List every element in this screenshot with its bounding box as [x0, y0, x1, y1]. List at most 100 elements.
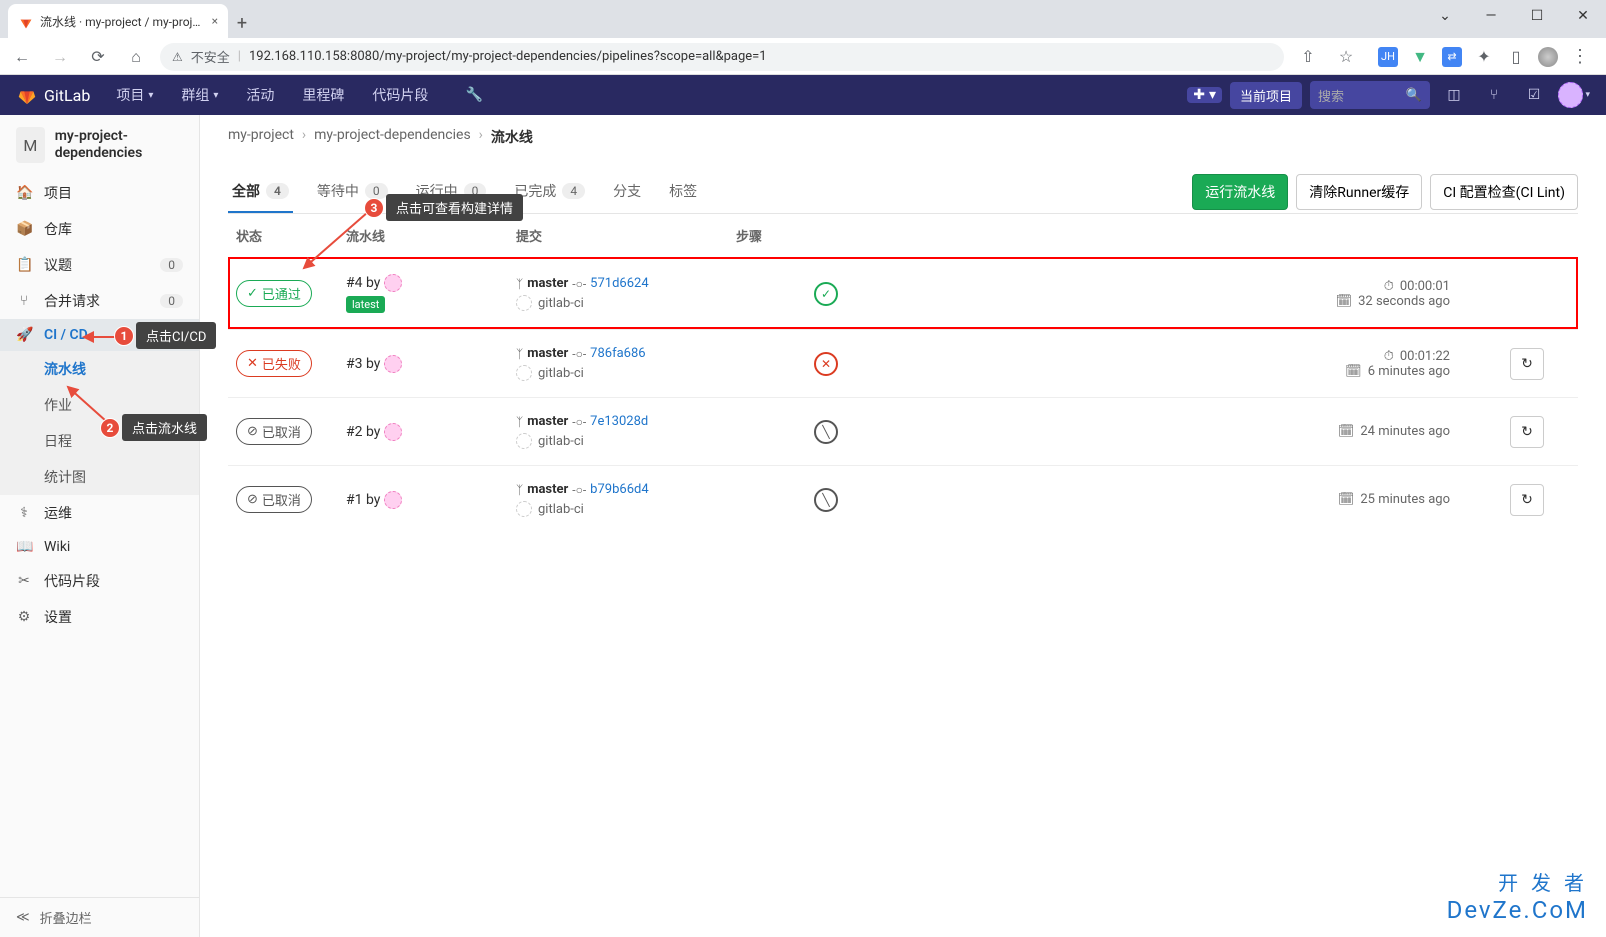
- profile-avatar-icon[interactable]: [1538, 47, 1558, 67]
- window-maximize-icon[interactable]: ☐: [1514, 0, 1560, 32]
- run-pipeline-button[interactable]: 运行流水线: [1192, 174, 1288, 210]
- stage-icon[interactable]: ✕: [814, 352, 838, 376]
- tab-bar: 流水线 · my-project / my-proje... × + ⌄ — ☐…: [0, 0, 1606, 38]
- browser-menu-icon[interactable]: ⋮: [1570, 47, 1590, 67]
- pipeline-id[interactable]: #2 by: [346, 423, 516, 441]
- address-bar: ← → ⟳ ⌂ ⚠ 不安全 | 192.168.110.158:8080/my-…: [0, 38, 1606, 75]
- sidebar-item-7[interactable]: ✂代码片段: [0, 563, 199, 599]
- sidebar-label: 代码片段: [44, 571, 100, 591]
- project-header[interactable]: M my-project-dependencies: [0, 115, 199, 175]
- tab-count: 0: [365, 183, 388, 199]
- nav-user-avatar[interactable]: ▾: [1558, 79, 1590, 111]
- commit-icon: -○-: [572, 277, 586, 291]
- stage-icon[interactable]: ✓: [814, 282, 838, 306]
- sidebar-item-2[interactable]: 📋议题0: [0, 247, 199, 283]
- collapse-sidebar[interactable]: ≪ 折叠边栏: [0, 897, 199, 937]
- retry-button[interactable]: ↻: [1510, 484, 1544, 516]
- stage-icon[interactable]: ╲: [814, 488, 838, 512]
- url-input[interactable]: ⚠ 不安全 | 192.168.110.158:8080/my-project/…: [160, 43, 1284, 71]
- commit-sha[interactable]: 786fa686: [590, 346, 645, 361]
- pipeline-tab[interactable]: 标签: [665, 171, 701, 213]
- author-avatar-icon: [516, 295, 532, 311]
- collapse-icon: ≪: [16, 910, 30, 925]
- ext-puzzle-icon[interactable]: ✦: [1474, 47, 1494, 67]
- sidebar-item-6[interactable]: 📖Wiki: [0, 531, 199, 563]
- retry-button[interactable]: ↻: [1510, 348, 1544, 380]
- status-badge[interactable]: ⊘已取消: [236, 486, 312, 513]
- pipeline-row[interactable]: ⊘已取消 #2 by ᛉmaster-○-7e13028d gitlab-ci …: [228, 397, 1578, 465]
- star-icon[interactable]: ☆: [1332, 47, 1360, 66]
- pipeline-id[interactable]: #4 by: [346, 274, 516, 292]
- nav-mr-icon[interactable]: ⑂: [1478, 79, 1510, 111]
- sidebar-subitem-3[interactable]: 统计图: [0, 459, 199, 495]
- project-avatar: M: [16, 127, 45, 163]
- nav-todos-icon[interactable]: ☑: [1518, 79, 1550, 111]
- sidebar-item-3[interactable]: ⑂合并请求0: [0, 283, 199, 319]
- sidebar-item-5[interactable]: ⚕运维: [0, 495, 199, 531]
- pipeline-row[interactable]: ✕已失败 #3 by ᛉmaster-○-786fa686 gitlab-ci …: [228, 329, 1578, 397]
- chevron-down-icon: ▾: [213, 90, 218, 101]
- sidebar-icon: ⑂: [16, 293, 32, 309]
- sidebar-label: 议题: [44, 255, 72, 275]
- new-tab-button[interactable]: +: [228, 13, 256, 38]
- user-avatar-icon: [384, 274, 402, 292]
- pipeline-tab[interactable]: 全部4: [228, 171, 293, 213]
- commit-sha[interactable]: 571d6624: [590, 276, 648, 291]
- nav-activity[interactable]: 活动: [236, 85, 284, 105]
- pipeline-id[interactable]: #1 by: [346, 491, 516, 509]
- status-badge[interactable]: ✕已失败: [236, 350, 312, 377]
- breadcrumb-link[interactable]: my-project-dependencies: [314, 127, 471, 147]
- timer-icon: ⏱: [1384, 349, 1394, 364]
- pipeline-row[interactable]: ✓已通过 #4 by latest ᛉmaster-○-571d6624 git…: [228, 257, 1578, 329]
- retry-button[interactable]: ↻: [1510, 416, 1544, 448]
- sidebar-item-8[interactable]: ⚙设置: [0, 599, 199, 635]
- nav-wrench-icon[interactable]: 🔧: [458, 79, 490, 111]
- gitlab-logo[interactable]: GitLab: [16, 84, 90, 106]
- nav-issues-icon[interactable]: ◫: [1438, 79, 1470, 111]
- content-area: my-project › my-project-dependencies › 流…: [200, 115, 1606, 937]
- nav-new-button[interactable]: ✚ ▾: [1187, 87, 1222, 103]
- share-icon[interactable]: ⇧: [1294, 47, 1322, 66]
- current-project-label[interactable]: 当前项目: [1230, 82, 1302, 109]
- search-input[interactable]: 搜索 🔍: [1310, 81, 1430, 109]
- pipeline-tab[interactable]: 分支: [609, 171, 645, 213]
- sidebar-item-1[interactable]: 📦仓库: [0, 211, 199, 247]
- sidebar-item-0[interactable]: 🏠项目: [0, 175, 199, 211]
- stage-icon[interactable]: ╲: [814, 420, 838, 444]
- col-commit: 提交: [516, 226, 736, 245]
- pipeline-row[interactable]: ⊘已取消 #1 by ᛉmaster-○-b79b66d4 gitlab-ci …: [228, 465, 1578, 533]
- time-ago: 6 minutes ago: [1368, 364, 1450, 379]
- status-badge[interactable]: ✓已通过: [236, 280, 312, 307]
- gitlab-brand: GitLab: [44, 86, 90, 105]
- breadcrumb: my-project › my-project-dependencies › 流…: [228, 127, 1578, 147]
- nav-snippets[interactable]: 代码片段: [362, 85, 438, 105]
- sidebar-label: 合并请求: [44, 291, 100, 311]
- pipeline-id[interactable]: #3 by: [346, 355, 516, 373]
- sidebar-icon: 🚀: [16, 327, 32, 343]
- ext-translate-icon[interactable]: ⇄: [1442, 47, 1462, 67]
- clear-cache-button[interactable]: 清除Runner缓存: [1296, 174, 1422, 210]
- breadcrumb-link[interactable]: my-project: [228, 127, 294, 147]
- nav-home-icon[interactable]: ⌂: [122, 47, 150, 67]
- commit-sha[interactable]: 7e13028d: [590, 414, 648, 429]
- nav-back-icon[interactable]: ←: [8, 47, 36, 67]
- window-minimize-icon[interactable]: —: [1468, 0, 1514, 32]
- nav-groups[interactable]: 群组▾: [171, 85, 228, 105]
- retry-icon: ↻: [1521, 356, 1533, 372]
- ext-vue-icon[interactable]: ▼: [1410, 47, 1430, 67]
- window-drop-icon[interactable]: ⌄: [1422, 0, 1468, 32]
- close-tab-icon[interactable]: ×: [212, 14, 218, 28]
- status-badge[interactable]: ⊘已取消: [236, 418, 312, 445]
- commit-sha[interactable]: b79b66d4: [590, 482, 648, 497]
- nav-reload-icon[interactable]: ⟳: [84, 47, 112, 66]
- insecure-label: 不安全: [191, 47, 230, 66]
- ext-reading-icon[interactable]: ▯: [1506, 47, 1526, 67]
- nav-projects[interactable]: 项目▾: [106, 85, 163, 105]
- window-close-icon[interactable]: ✕: [1560, 0, 1606, 32]
- sidebar-subitem-0[interactable]: 流水线: [0, 351, 199, 387]
- nav-milestones[interactable]: 里程碑: [292, 85, 354, 105]
- ci-lint-button[interactable]: CI 配置检查(CI Lint): [1430, 174, 1578, 210]
- ext-jh-icon[interactable]: JH: [1378, 47, 1398, 67]
- browser-tab[interactable]: 流水线 · my-project / my-proje... ×: [8, 4, 228, 38]
- annotation-tooltip-1: 点击CI/CD: [136, 322, 216, 349]
